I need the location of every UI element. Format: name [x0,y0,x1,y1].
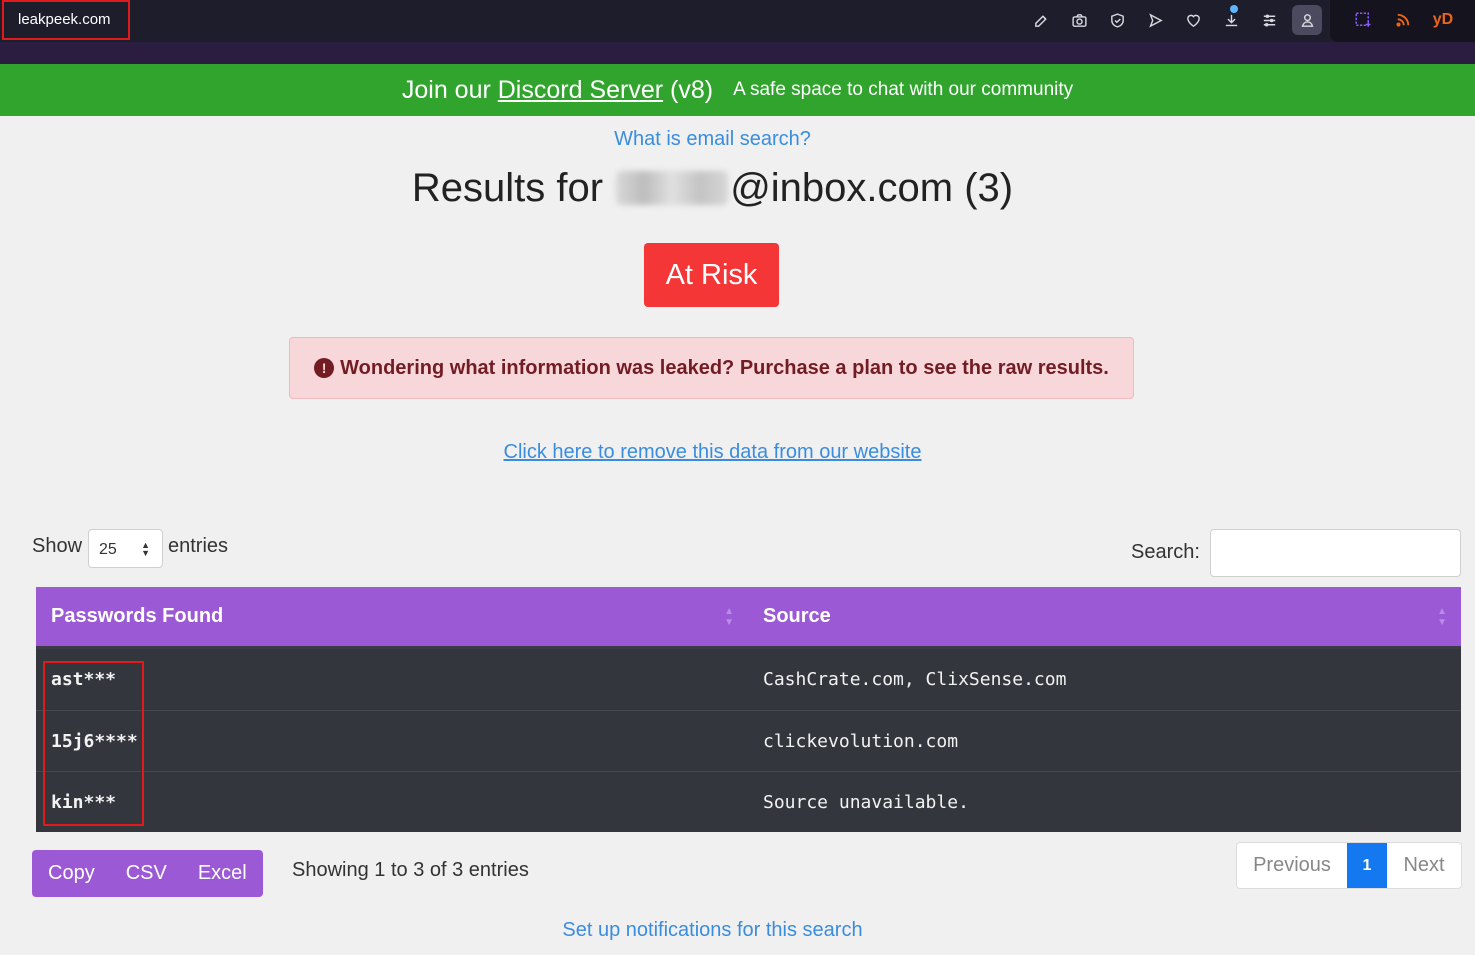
password-cell: ast*** [51,669,117,690]
banner-main-text: Join our Discord Server (v8) [402,76,713,105]
setup-notifications-link[interactable]: Set up notifications for this search [0,919,1425,942]
rss-icon[interactable] [1393,10,1413,30]
exclamation-icon: ! [314,358,335,378]
table-row: ast*** CashCrate.com, ClixSense.com [36,649,1461,710]
passwords-table: Passwords Found ▲ ▼ Source ▲ ▼ ast*** Cash… [36,587,1461,832]
copy-button[interactable]: Copy [32,862,95,885]
page-title: Results for @inbox.com (3) [0,166,1425,211]
toolbar-icons [1022,5,1322,35]
browser-tab-strip [0,42,1475,64]
camera-icon[interactable] [1060,5,1098,35]
column-header-source[interactable]: Source ▲ ▼ [748,587,1461,646]
banner-subtitle: A safe space to chat with our community [733,79,1074,100]
select-arrows-icon: ▲ ▼ [141,540,150,558]
export-button-group: Copy CSV Excel [32,850,263,897]
at-risk-badge: At Risk [644,243,779,307]
sliders-icon[interactable] [1250,5,1288,35]
search-label: Search: [1131,541,1200,563]
table-row: 15j6**** clickevolution.com [36,710,1461,771]
sort-icon: ▲ ▼ [724,606,734,628]
table-body: ast*** CashCrate.com, ClixSense.com 15j6… [36,649,1461,832]
edit-icon[interactable] [1022,5,1060,35]
pagination: Previous 1 Next [1236,842,1462,889]
heart-icon[interactable] [1174,5,1212,35]
discord-server-link[interactable]: Discord Server [498,76,663,104]
entries-label: entries [168,535,229,557]
table-header: Passwords Found ▲ ▼ Source ▲ ▼ [36,587,1461,649]
profile-icon[interactable] [1292,5,1322,35]
page-size-value: 25 [99,541,117,558]
address-bar[interactable]: leakpeek.com [2,0,130,40]
results-prefix: Results for [411,166,615,210]
source-cell: Source unavailable. [763,791,969,813]
banner-suffix: (v8) [663,75,714,104]
column-header-passwords[interactable]: Passwords Found ▲ ▼ [36,587,748,646]
remove-data-link[interactable]: Click here to remove this data from our … [0,441,1425,464]
results-suffix: @inbox.com (3) [730,166,1014,210]
show-label: Show [32,535,83,557]
search-input[interactable] [1210,529,1461,577]
source-cell: clickevolution.com [763,730,959,752]
yd-icon[interactable]: yD [1433,10,1453,30]
table-row: kin*** Source unavailable. [36,771,1461,832]
previous-page-button[interactable]: Previous [1237,843,1347,888]
download-badge [1230,5,1238,13]
sort-icon: ▲ ▼ [1437,606,1447,628]
showing-entries-info: Showing 1 to 3 of 3 entries [292,859,529,881]
shield-icon[interactable] [1098,5,1136,35]
redacted-email [616,171,729,205]
column-header-label: Source [763,605,831,627]
page-1-button[interactable]: 1 [1347,843,1387,888]
password-cell: 15j6**** [51,730,138,752]
extensions-panel: yD [1330,0,1475,42]
csv-button[interactable]: CSV [95,862,167,885]
send-icon[interactable] [1136,5,1174,35]
purchase-alert: ! Wondering what information was leaked?… [289,337,1134,399]
page-size-select[interactable]: 25 ▲ ▼ [88,529,163,568]
next-page-button[interactable]: Next [1387,843,1461,888]
what-is-email-search-link[interactable]: What is email search? [0,128,1425,151]
alert-text: Wondering what information was leaked? P… [340,356,1109,379]
banner-prefix: Join our [401,75,498,104]
excel-button[interactable]: Excel [167,862,247,885]
source-cell: CashCrate.com, ClixSense.com [763,669,1067,690]
password-cell: kin*** [51,791,117,813]
column-header-label: Passwords Found [51,605,224,627]
discord-banner: Join our Discord Server (v8) A safe spac… [0,64,1475,116]
crop-icon[interactable] [1353,10,1373,30]
